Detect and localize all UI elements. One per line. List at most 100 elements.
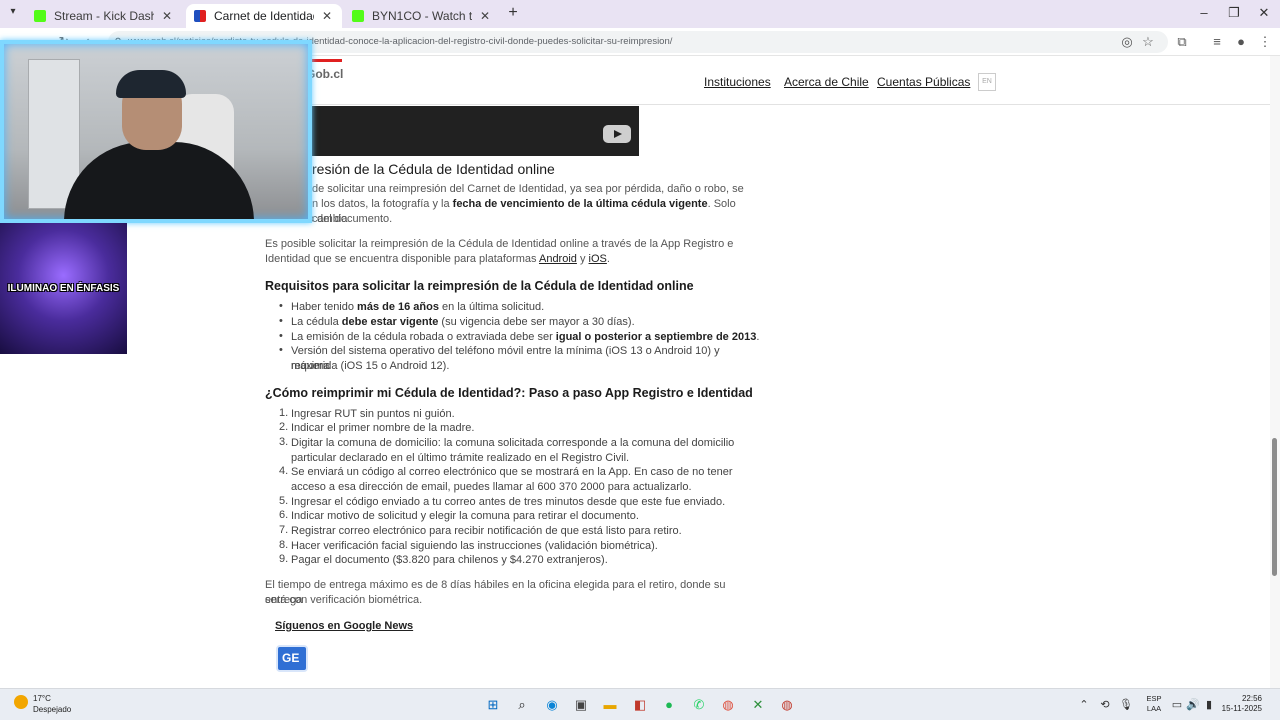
bullet: • (279, 330, 283, 342)
edge-icon[interactable]: ◉ (543, 696, 561, 714)
chrome-secondary-icon[interactable]: ◍ (778, 696, 796, 714)
kick-favicon-icon (34, 10, 46, 22)
language-toggle[interactable]: EN (978, 73, 996, 91)
page-scrollbar-thumb[interactable] (1272, 438, 1277, 576)
webcam-person-cap (116, 70, 186, 98)
windows-taskbar: 17°C Despejado ⊞ ⌕ ◉ ▣ ▬ ◧ ● ✆ ◍ ✕ ◍ ⌃ ⟲… (0, 688, 1280, 720)
step-number: 1. (279, 407, 289, 419)
para2-line-2: Identidad que se encuentra disponible pa… (265, 253, 610, 265)
maximize-icon[interactable]: ❐ (1227, 5, 1241, 21)
promo-overlay-text: ILUMINAO EN ÉNFASIS (7, 283, 120, 294)
google-news-icon[interactable]: GE (276, 645, 308, 672)
step-number: 7. (279, 524, 289, 536)
media-control-icon[interactable]: ≡ (1209, 34, 1225, 49)
nav-acerca-de-chile[interactable]: Acerca de Chile (784, 75, 869, 89)
requirement-item: La emisión de la cédula robada o extravi… (291, 331, 760, 343)
close-window-icon[interactable]: ✕ (1257, 5, 1271, 21)
ios-link[interactable]: iOS (589, 253, 607, 265)
android-link[interactable]: Android (539, 253, 577, 265)
step-item: Ingresar el código enviado a tu correo a… (291, 496, 726, 508)
xbox-icon[interactable]: ✕ (749, 696, 767, 714)
weather-sun-icon[interactable] (14, 695, 28, 709)
tab-strip: ▾ Stream - Kick Dashboard ✕ Carnet de Id… (0, 0, 1280, 28)
requirement-item: La cédula debe estar vigente (su vigenci… (291, 316, 635, 328)
step-number: 4. (279, 465, 289, 477)
minimize-icon[interactable]: – (1197, 5, 1211, 20)
step-number: 6. (279, 509, 289, 521)
intro-line-3: el número del documento. (265, 213, 393, 225)
bullet: • (279, 315, 283, 327)
step-number: 3. (279, 436, 289, 448)
windows-start-icon[interactable]: ⊞ (484, 696, 502, 714)
tray-overflow-icon[interactable]: ⌃ (1077, 698, 1091, 711)
sync-icon[interactable]: ⟲ (1098, 698, 1112, 711)
para2-line-1: Es posible solicitar la reimpresión de l… (265, 238, 734, 250)
closing-line-2: será con verificación biométrica. (265, 594, 423, 606)
chrome-icon[interactable]: ◍ (719, 696, 737, 714)
youtube-play-icon[interactable] (603, 125, 631, 143)
requirements-title: Requisitos para solicitar la reimpresión… (265, 279, 694, 293)
close-tab-icon[interactable]: ✕ (160, 9, 174, 23)
step-item: Hacer verificación facial siguiendo las … (291, 540, 658, 552)
bullet: • (279, 344, 283, 356)
requirement-item-continued: requerida (iOS 15 o Android 12). (291, 360, 450, 372)
profile-avatar-icon[interactable]: ● (1233, 34, 1249, 49)
intro-line-1: de solicitar una reimpresión del Carnet … (312, 183, 744, 195)
step-item: Indicar motivo de solicitud y elegir la … (291, 510, 639, 522)
battery-icon[interactable]: ▮ (1202, 698, 1216, 711)
microphone-icon[interactable]: 🎙 (1119, 698, 1133, 711)
volume-icon[interactable]: 🔊 (1186, 698, 1200, 711)
whatsapp-icon[interactable]: ✆ (690, 696, 708, 714)
tab-title: BYN1CO - Watch the VOD on K (372, 9, 472, 23)
menu-kebab-icon[interactable]: ⋮ (1257, 34, 1273, 50)
eye-off-icon[interactable]: ◎ (1119, 34, 1135, 50)
app-icon[interactable]: ◧ (631, 696, 649, 714)
weather-temp[interactable]: 17°C (33, 694, 51, 703)
page-scrollbar-track[interactable] (1270, 56, 1280, 688)
step-item: Registrar correo electrónico para recibi… (291, 525, 682, 537)
network-icon[interactable]: ▭ (1170, 698, 1184, 711)
tab-title: Carnet de Identidad Online: Có (214, 9, 314, 23)
steps-title: ¿Cómo reimprimir mi Cédula de Identidad?… (265, 386, 753, 400)
nav-instituciones[interactable]: Instituciones (704, 75, 771, 89)
requirement-item: Haber tenido más de 16 años en la última… (291, 301, 545, 313)
step-item: Ingresar RUT sin puntos ni guión. (291, 408, 455, 420)
step-number: 2. (279, 421, 289, 433)
new-tab-icon[interactable]: + (505, 4, 521, 22)
promo-overlay-image: ILUMINAO EN ÉNFASIS (0, 223, 127, 354)
step-item-continued: acceso a esa dirección de email, puedes … (291, 481, 692, 493)
kick-favicon-icon (352, 10, 364, 22)
section-title-reimpresion: resión de la Cédula de Identidad online (312, 161, 555, 177)
step-item: Pagar el documento ($3.820 para chilenos… (291, 554, 608, 566)
spotify-icon[interactable]: ● (660, 696, 678, 714)
keyboard-language[interactable]: ESP LAA (1145, 694, 1163, 714)
tab-title: Stream - Kick Dashboard (54, 9, 154, 23)
close-tab-icon[interactable]: ✕ (320, 9, 334, 23)
step-number: 5. (279, 495, 289, 507)
gob-favicon-icon (194, 10, 206, 22)
step-number: 8. (279, 539, 289, 551)
google-news-link[interactable]: Síguenos en Google News (275, 620, 413, 632)
clock[interactable]: 22:56 15-11-2025 (1216, 694, 1262, 714)
step-item-continued: particular declarado en el último trámit… (291, 452, 630, 464)
close-tab-icon[interactable]: ✕ (478, 9, 492, 23)
store-icon[interactable]: ▣ (572, 696, 590, 714)
tab-byn1co-vod[interactable]: BYN1CO - Watch the VOD on K ✕ (344, 4, 500, 28)
step-item: Digitar la comuna de domicilio: la comun… (291, 437, 735, 449)
search-icon[interactable]: ⌕ (513, 696, 531, 714)
bullet: • (279, 300, 283, 312)
webcam-overlay (0, 40, 312, 223)
step-number: 9. (279, 553, 289, 565)
step-item: Indicar el primer nombre de la madre. (291, 422, 475, 434)
bookmark-star-icon[interactable]: ☆ (1140, 34, 1156, 50)
nav-cuentas-publicas[interactable]: Cuentas Públicas (877, 75, 970, 89)
extensions-icon[interactable]: ⧉ (1174, 34, 1190, 50)
step-item: Se enviará un código al correo electróni… (291, 466, 733, 478)
tab-carnet-identidad[interactable]: Carnet de Identidad Online: Có ✕ (186, 4, 342, 28)
tab-kick-dashboard[interactable]: Stream - Kick Dashboard ✕ (26, 4, 182, 28)
header-divider (265, 104, 1270, 105)
file-explorer-icon[interactable]: ▬ (601, 696, 619, 714)
weather-condition[interactable]: Despejado (33, 705, 71, 714)
tab-search-icon[interactable]: ▾ (4, 6, 22, 22)
embedded-video[interactable] (265, 106, 639, 156)
